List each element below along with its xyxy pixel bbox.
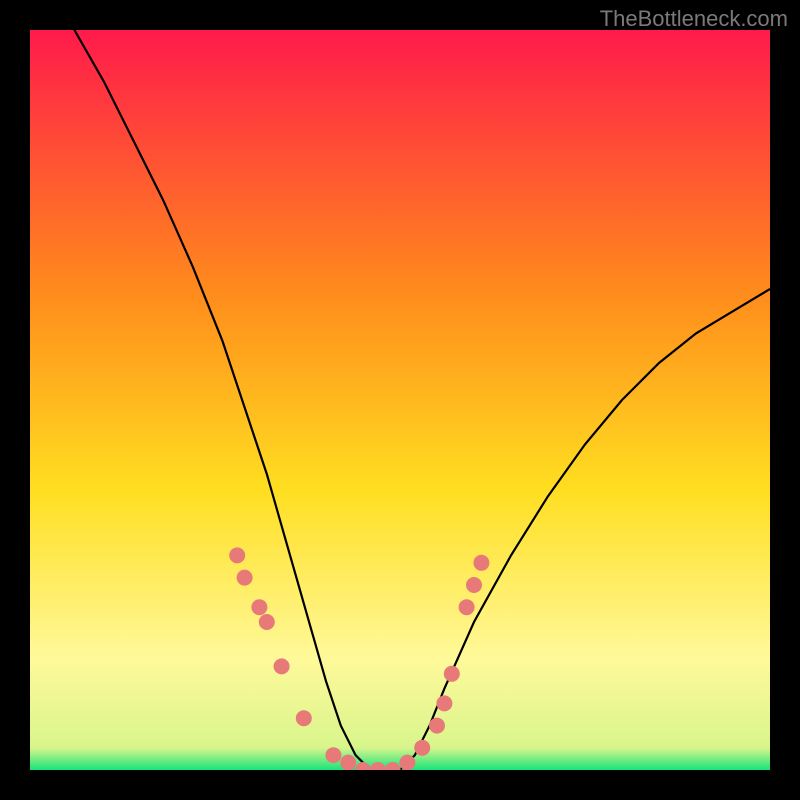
curve-dot xyxy=(229,547,245,563)
curve-dot xyxy=(237,570,253,586)
curve-dot xyxy=(325,747,341,763)
curve-dot xyxy=(259,614,275,630)
curve-dot xyxy=(466,577,482,593)
curve-dot xyxy=(340,755,356,770)
gradient-background xyxy=(30,30,770,770)
curve-dot xyxy=(444,666,460,682)
curve-dot xyxy=(251,599,267,615)
watermark-label: TheBottleneck.com xyxy=(600,6,788,32)
curve-dot xyxy=(414,740,430,756)
plot-area xyxy=(30,30,770,770)
curve-dot xyxy=(459,599,475,615)
plot-svg xyxy=(30,30,770,770)
curve-dot xyxy=(429,718,445,734)
curve-dot xyxy=(473,555,489,571)
chart-frame: TheBottleneck.com xyxy=(0,0,800,800)
curve-dot xyxy=(399,755,415,770)
curve-dot xyxy=(274,658,290,674)
curve-dot xyxy=(296,710,312,726)
curve-dot xyxy=(436,695,452,711)
